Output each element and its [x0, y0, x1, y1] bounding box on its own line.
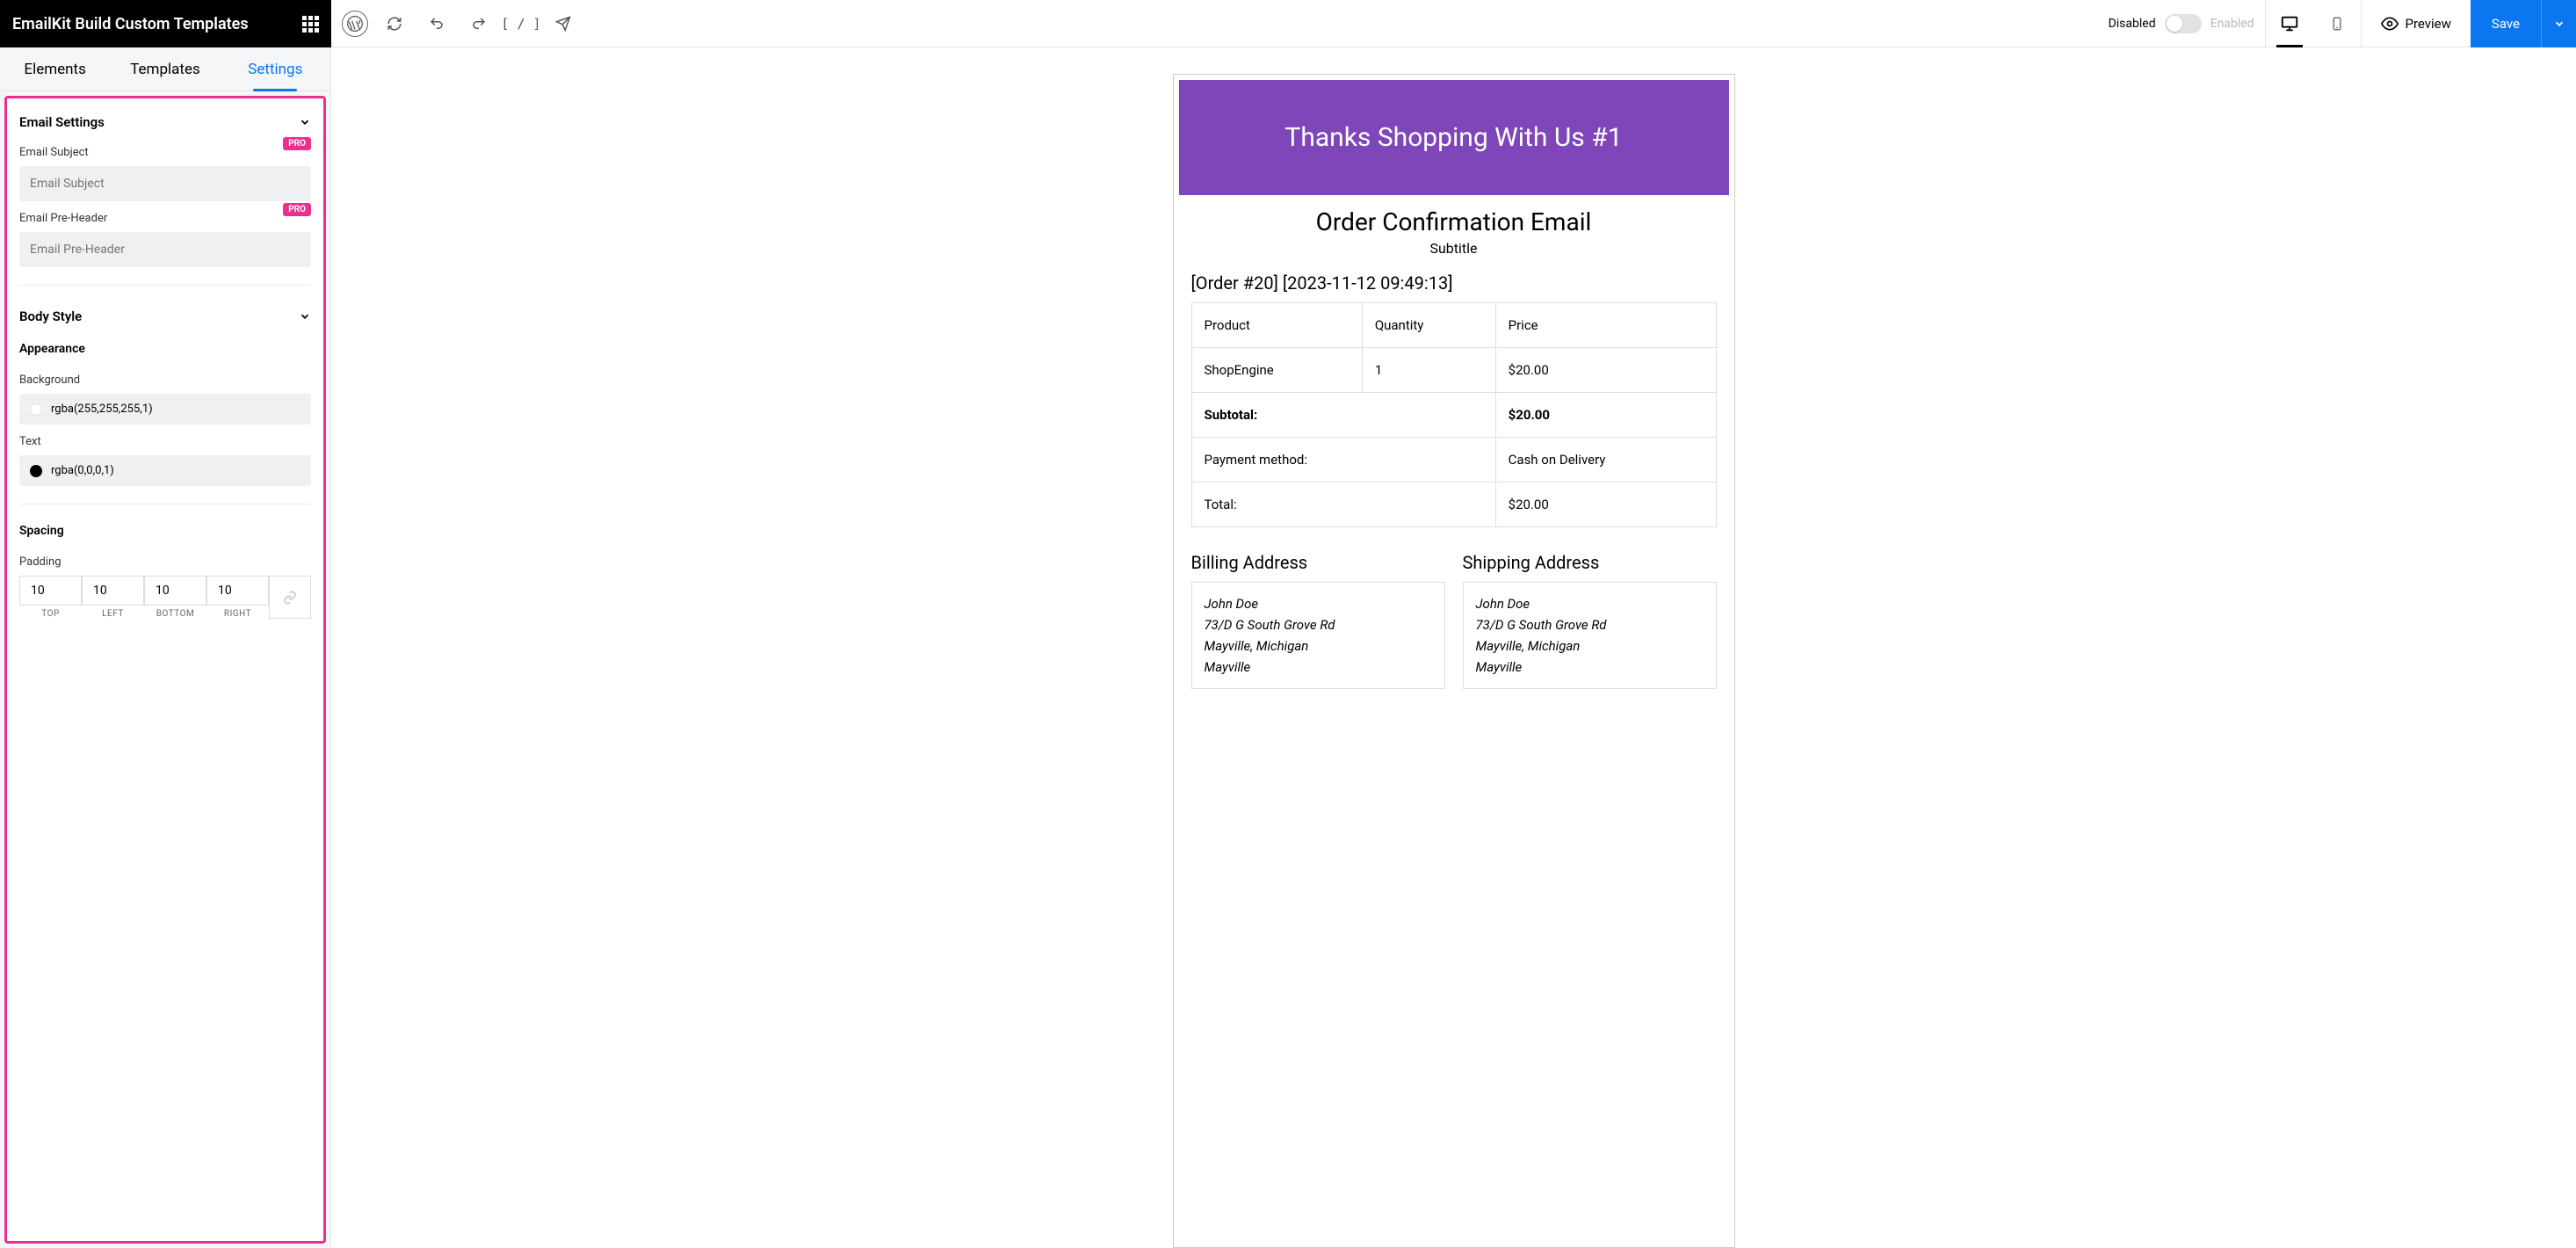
email-subject-input[interactable]: [19, 166, 311, 201]
email-settings-section[interactable]: Email Settings: [7, 104, 323, 141]
appearance-heading: Appearance: [7, 335, 323, 368]
enable-toggle-group: Disabled Enabled: [2109, 14, 2265, 33]
shortcode-icon[interactable]: [ / ]: [500, 0, 542, 47]
table-row: ShopEngine 1 $20.00: [1191, 348, 1716, 393]
shipping-title[interactable]: Shipping Address: [1463, 552, 1717, 573]
topbar: [ / ] Disabled Enabled Preview: [331, 0, 2576, 47]
pro-badge: PRO: [283, 137, 311, 150]
save-dropdown-icon[interactable]: [2541, 0, 2576, 47]
refresh-icon[interactable]: [373, 0, 416, 47]
padding-label: Padding: [19, 555, 311, 569]
background-color-input[interactable]: rgba(255,255,255,1): [19, 394, 311, 424]
table-row: Product Quantity Price: [1191, 303, 1716, 348]
link-values-icon[interactable]: [269, 576, 311, 619]
sidebar: Elements Templates Settings Email Settin…: [0, 47, 331, 1248]
table-row: Payment method: Cash on Delivery: [1191, 438, 1716, 483]
email-preview[interactable]: Thanks Shopping With Us #1 Order Confirm…: [1173, 74, 1735, 1248]
body-style-section[interactable]: Body Style: [7, 298, 323, 335]
brand-title: EmailKit Build Custom Templates: [12, 15, 249, 33]
tab-templates[interactable]: Templates: [110, 47, 220, 91]
brand-bar: EmailKit Build Custom Templates: [0, 0, 331, 47]
save-button[interactable]: Save: [2471, 0, 2541, 47]
preview-button[interactable]: Preview: [2362, 0, 2471, 47]
spacing-heading: Spacing: [7, 517, 323, 550]
enabled-label: Enabled: [2211, 17, 2254, 31]
color-swatch-icon: [30, 403, 42, 416]
tab-settings[interactable]: Settings: [221, 47, 330, 91]
text-color-label: Text: [19, 435, 311, 448]
table-row: Subtotal: $20.00: [1191, 393, 1716, 438]
background-label: Background: [19, 374, 311, 387]
padding-top-input[interactable]: [19, 576, 82, 606]
chevron-down-icon: [299, 310, 311, 323]
subject-label: Email Subject: [19, 146, 311, 159]
pro-badge: PRO: [283, 203, 311, 216]
disabled-label: Disabled: [2109, 17, 2156, 31]
email-title[interactable]: Order Confirmation Email: [1179, 207, 1729, 236]
padding-right-input[interactable]: [206, 576, 269, 606]
shipping-address[interactable]: John Doe 73/D G South Grove Rd Mayville,…: [1463, 582, 1717, 689]
enable-toggle[interactable]: [2165, 14, 2202, 33]
mobile-device-icon[interactable]: [2313, 0, 2361, 47]
text-color-input[interactable]: rgba(0,0,0,1): [19, 455, 311, 486]
chevron-down-icon: [299, 116, 311, 128]
send-icon[interactable]: [542, 0, 584, 47]
email-hero[interactable]: Thanks Shopping With Us #1: [1179, 80, 1729, 195]
desktop-device-icon[interactable]: [2266, 0, 2313, 47]
email-subtitle[interactable]: Subtitle: [1179, 240, 1729, 257]
settings-panel: Email Settings Email Subject PRO Email P…: [4, 96, 326, 1244]
undo-icon[interactable]: [416, 0, 458, 47]
canvas[interactable]: Thanks Shopping With Us #1 Order Confirm…: [331, 47, 2576, 1248]
order-meta[interactable]: [Order #20] [2023-11-12 09:49:13]: [1191, 272, 1717, 294]
order-table[interactable]: Product Quantity Price ShopEngine 1 $20.…: [1191, 302, 1717, 527]
email-preheader-input[interactable]: [19, 232, 311, 267]
padding-left-input[interactable]: [82, 576, 144, 606]
wordpress-icon[interactable]: [331, 0, 373, 47]
billing-address[interactable]: John Doe 73/D G South Grove Rd Mayville,…: [1191, 582, 1445, 689]
padding-bottom-input[interactable]: [144, 576, 206, 606]
preview-label: Preview: [2406, 16, 2451, 32]
table-row: Total: $20.00: [1191, 483, 1716, 527]
tab-elements[interactable]: Elements: [0, 47, 110, 91]
color-swatch-icon: [30, 465, 42, 477]
redo-icon[interactable]: [458, 0, 500, 47]
billing-title[interactable]: Billing Address: [1191, 552, 1445, 573]
apps-grid-icon[interactable]: [302, 16, 319, 33]
preheader-label: Email Pre-Header: [19, 212, 311, 225]
